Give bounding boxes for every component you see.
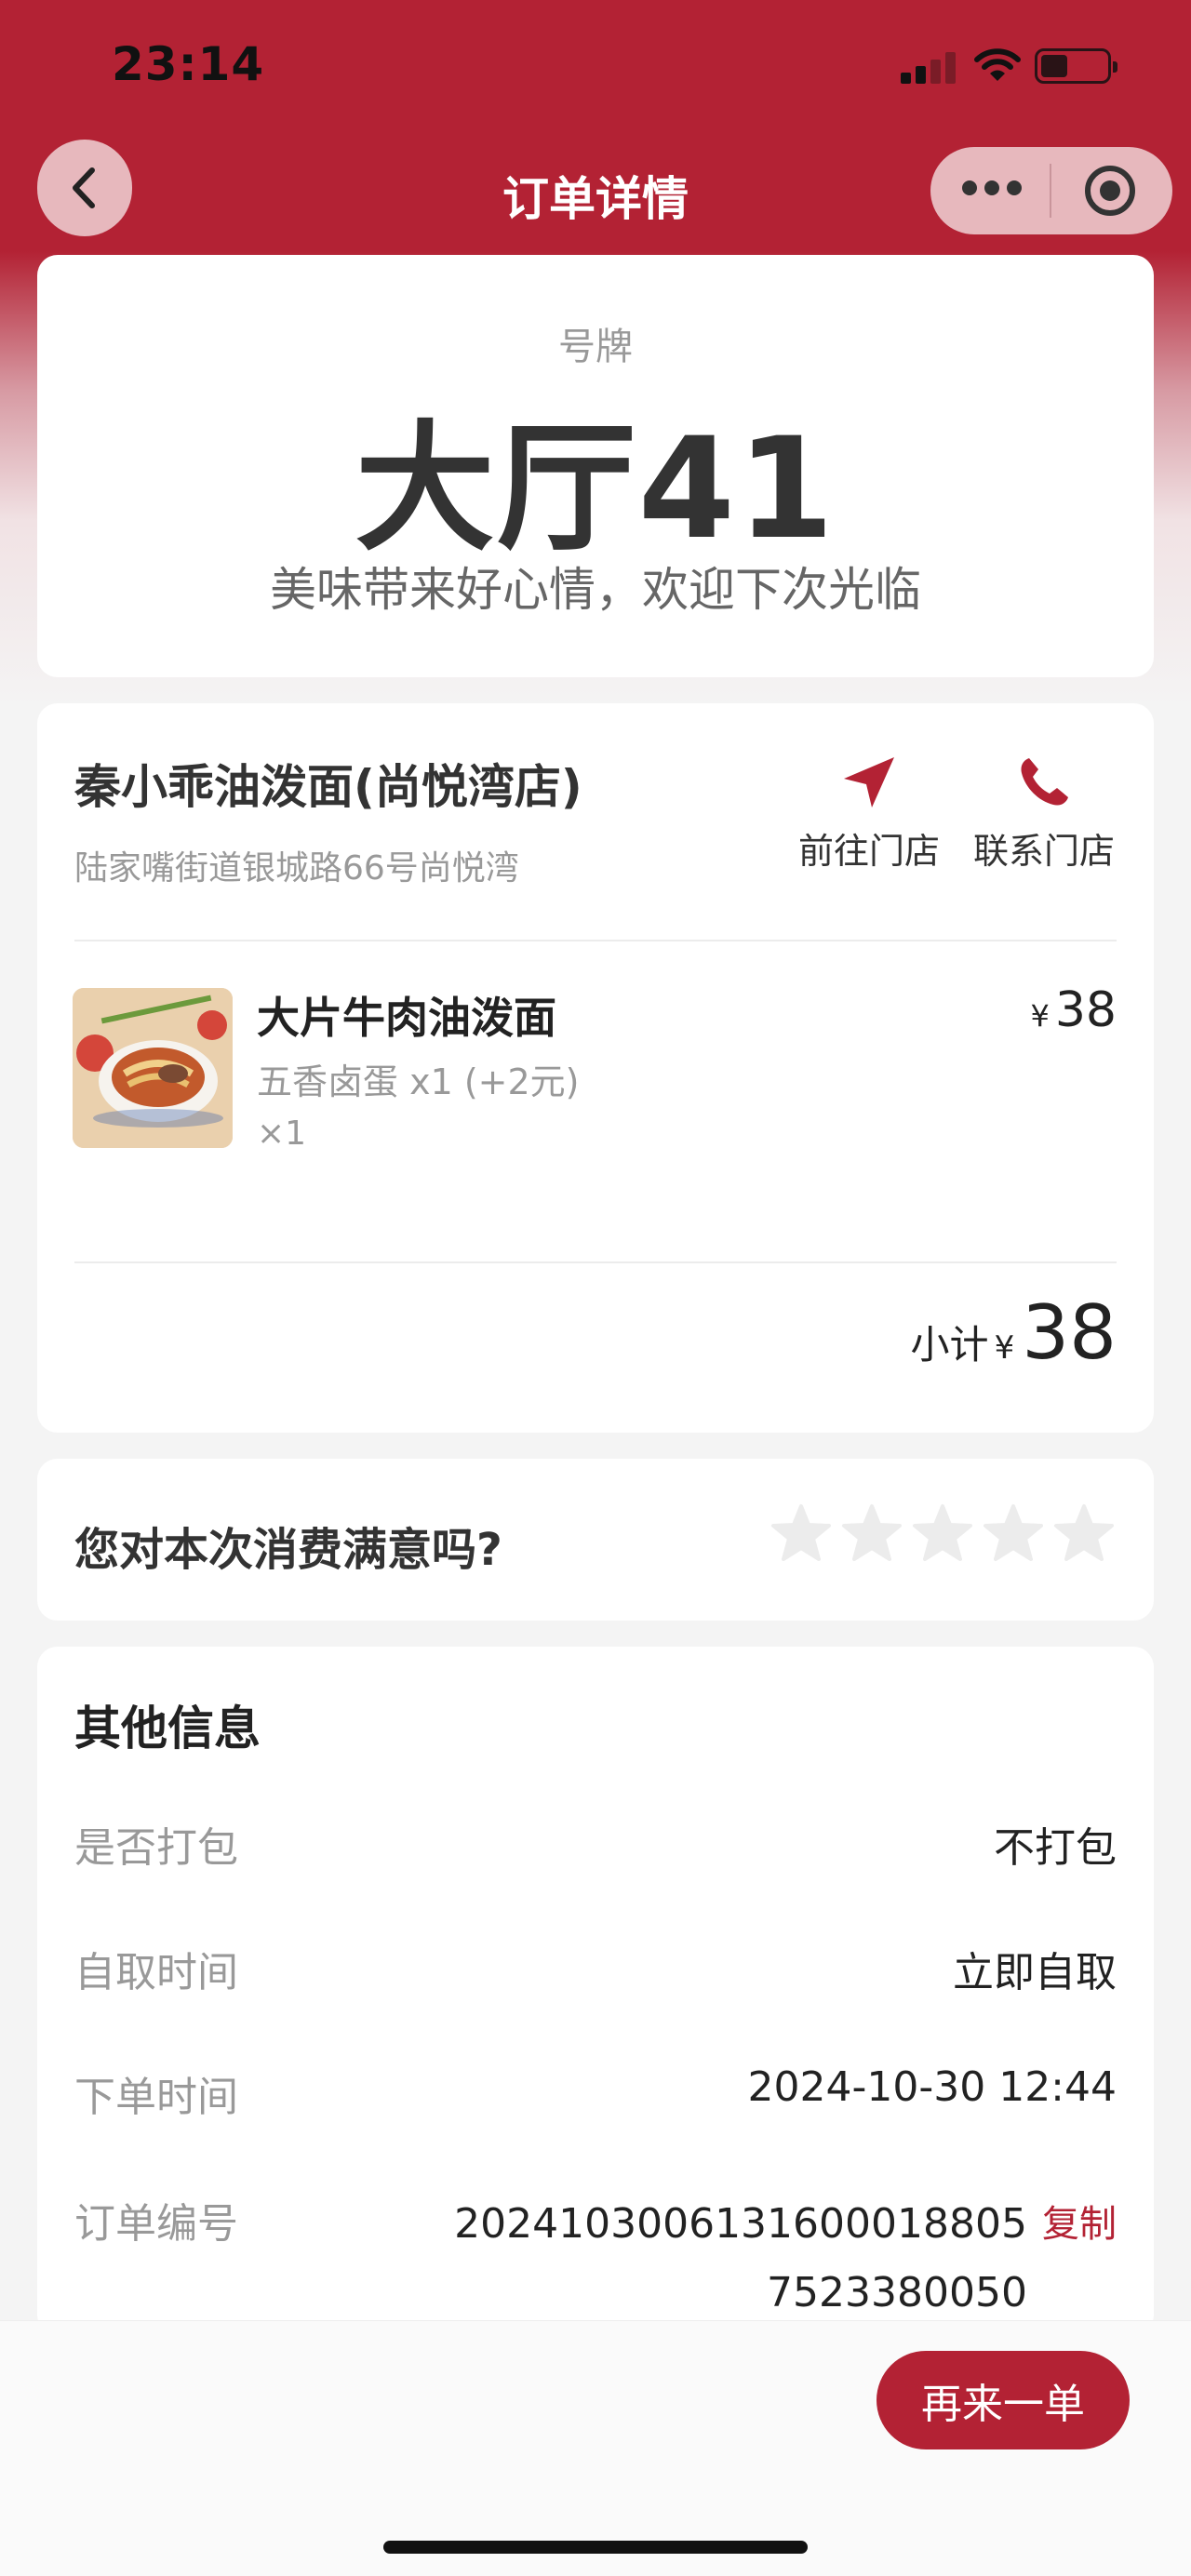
miniprogram-capsule — [930, 147, 1172, 234]
battery-icon — [1035, 48, 1117, 84]
star-icon[interactable] — [912, 1503, 973, 1563]
navigate-store-button[interactable]: 前往门店 — [798, 750, 940, 874]
ticket-message: 美味带来好心情，欢迎下次光临 — [270, 563, 921, 617]
store-name: 秦小乖油泼面(尚悦湾店) — [74, 760, 582, 814]
order-number: 20241030061316000188057523380050复制 — [372, 2190, 1117, 2328]
phone-icon — [1021, 758, 1068, 806]
contact-store-button[interactable]: 联系门店 — [973, 750, 1115, 874]
star-icon[interactable] — [841, 1503, 903, 1563]
divider — [74, 940, 1117, 941]
bottom-bar: 再来一单 — [0, 2320, 1191, 2576]
ticket-number: 大厅41 — [355, 408, 836, 570]
star-icon[interactable] — [983, 1503, 1044, 1563]
info-key: 自取时间 — [74, 1949, 238, 1996]
subtotal-value: 38 — [1022, 1289, 1117, 1376]
capsule-divider — [1050, 164, 1051, 218]
item-price: ¥38 — [1030, 982, 1117, 1038]
order-card: 秦小乖油泼面(尚悦湾店) 陆家嘴街道银城路66号尚悦湾 前往门店 联系门店 大片… — [37, 703, 1154, 1433]
status-bar: 23:14 — [0, 0, 1191, 140]
info-value: 立即自取 — [953, 1949, 1117, 1996]
contact-store-label: 联系门店 — [973, 831, 1116, 872]
rating-question: 您对本次消费满意吗? — [74, 1524, 502, 1576]
item-price-value: 38 — [1054, 982, 1117, 1038]
store-address: 陆家嘴街道银城路66号尚悦湾 — [74, 849, 519, 888]
info-key: 下单时间 — [74, 2074, 238, 2121]
subtotal: 小计 ¥38 — [911, 1289, 1117, 1376]
navigation-arrow-icon — [844, 757, 894, 808]
info-value: 2024-10-30 12:44 — [747, 2063, 1117, 2111]
other-info-card: 其他信息 是否打包 不打包 自取时间 立即自取 下单时间 2024-10-30 … — [37, 1647, 1154, 2335]
divider — [74, 1261, 1117, 1263]
miniprogram-close-icon[interactable] — [1085, 166, 1135, 216]
item-currency: ¥ — [1030, 998, 1050, 1034]
dish-image — [73, 988, 233, 1148]
status-time: 23:14 — [112, 37, 265, 91]
ticket-card: 号牌 大厅41 美味带来好心情，欢迎下次光临 — [37, 255, 1154, 677]
copy-button[interactable]: 复制 — [1042, 2190, 1117, 2259]
more-dots-icon[interactable] — [962, 180, 1022, 199]
subtotal-currency: ¥ — [994, 1329, 1015, 1367]
item-option: 五香卤蛋 x1 (+2元) — [257, 1061, 580, 1102]
item-name: 大片牛肉油泼面 — [257, 993, 556, 1043]
other-info-title: 其他信息 — [74, 1702, 261, 1755]
order-number-value: 20241030061316000188057523380050 — [454, 2200, 1027, 2316]
info-row-order-number: 订单编号 20241030061316000188057523380050复制 — [74, 2190, 1117, 2320]
star-rating — [770, 1503, 1115, 1563]
ticket-label: 号牌 — [558, 326, 633, 368]
reorder-button[interactable]: 再来一单 — [877, 2351, 1130, 2449]
item-quantity: ×1 — [257, 1114, 307, 1153]
star-icon[interactable] — [770, 1503, 832, 1563]
rating-card: 您对本次消费满意吗? — [37, 1459, 1154, 1621]
info-value: 不打包 — [994, 1824, 1117, 1872]
info-key: 订单编号 — [74, 2200, 238, 2248]
nav-bar: 订单详情 — [0, 140, 1191, 251]
wifi-icon — [974, 48, 1021, 81]
home-indicator — [383, 2541, 808, 2554]
subtotal-label: 小计 — [910, 1322, 989, 1368]
info-key: 是否打包 — [74, 1824, 238, 1872]
cellular-signal-icon — [901, 52, 957, 84]
navigate-store-label: 前往门店 — [798, 831, 941, 872]
star-icon[interactable] — [1053, 1503, 1115, 1563]
